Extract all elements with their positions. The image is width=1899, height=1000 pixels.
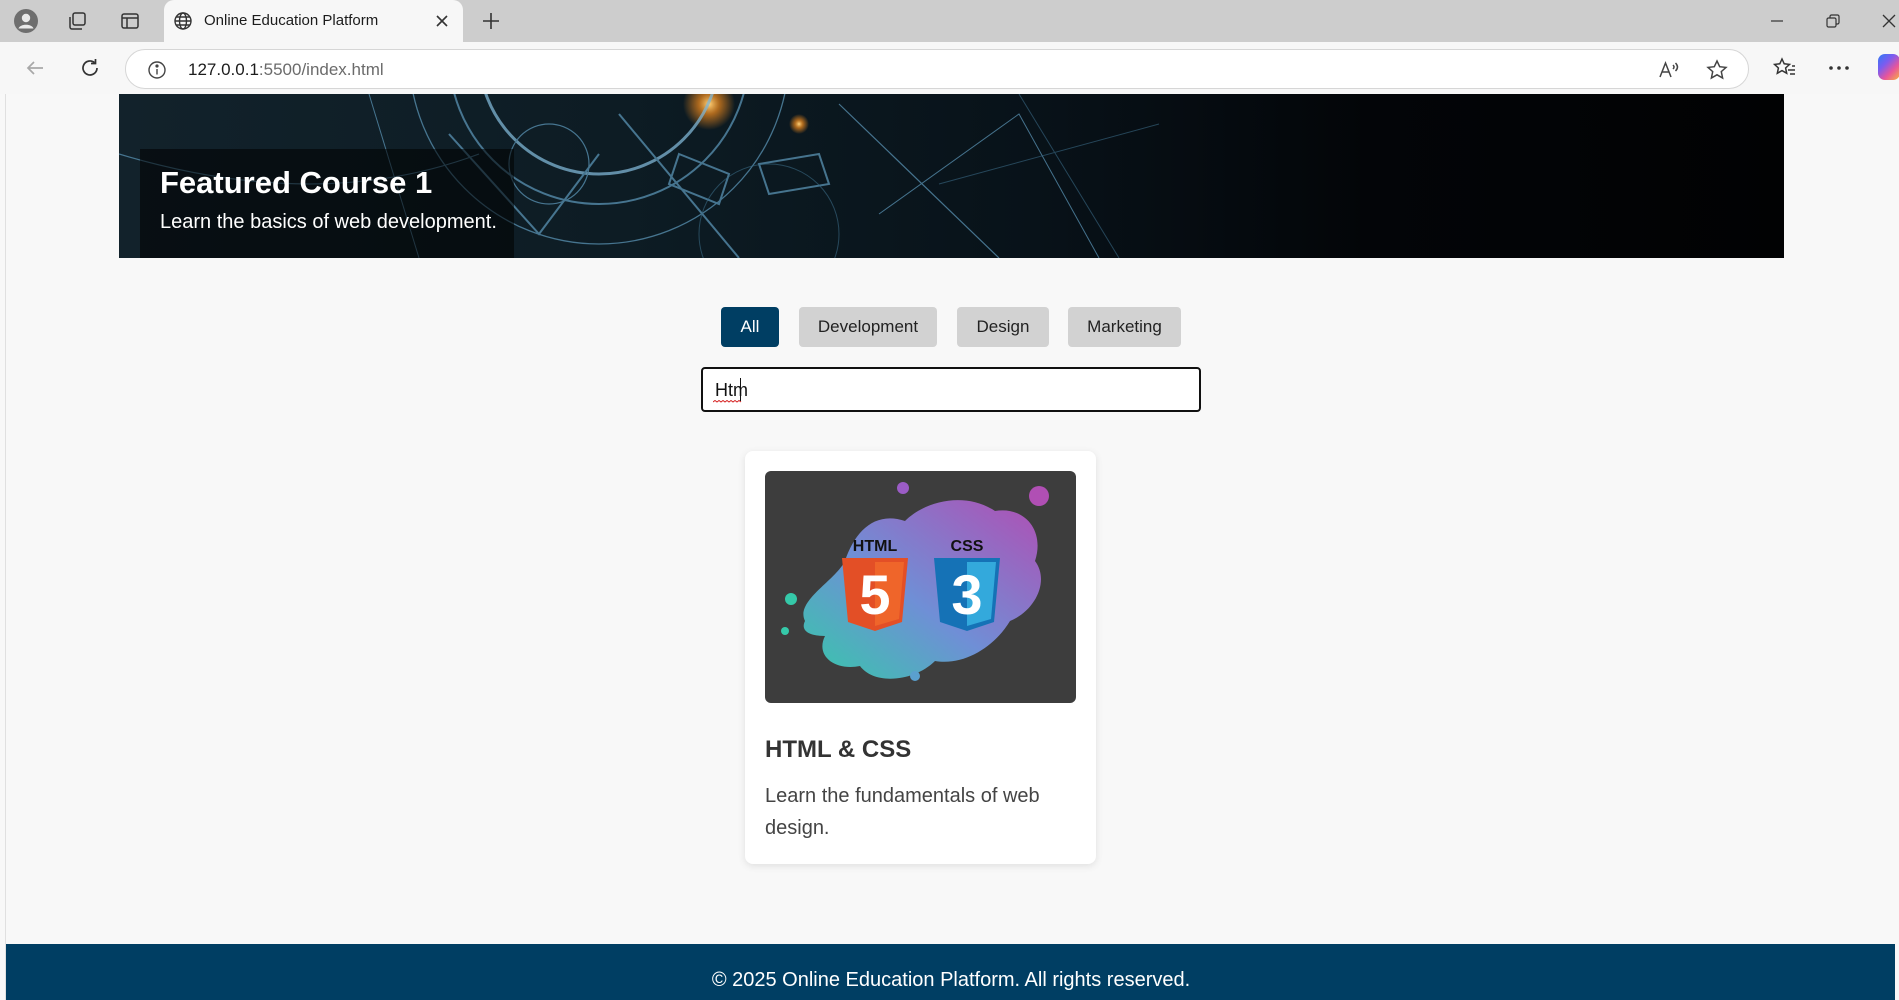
read-aloud-icon[interactable] <box>1656 58 1682 82</box>
html5-number: 5 <box>859 563 890 626</box>
course-image: HTML 5 CSS 3 <box>765 471 1076 703</box>
site-info-icon[interactable] <box>146 59 168 81</box>
new-tab-icon[interactable] <box>478 8 504 34</box>
banner-caption: Featured Course 1 Learn the basics of we… <box>140 149 514 258</box>
favorite-star-icon[interactable] <box>1704 58 1730 82</box>
course-title: HTML & CSS <box>765 736 912 763</box>
url-host: 127.0.0.1 <box>188 60 259 79</box>
course-card[interactable]: HTML 5 CSS 3 HTML & CSS Learn the fundam… <box>745 451 1096 864</box>
filter-marketing-button[interactable]: Marketing <box>1068 307 1181 347</box>
favorites-icon[interactable] <box>1771 54 1799 82</box>
css-logo-label: CSS <box>951 538 984 555</box>
featured-course-banner[interactable]: Featured Course 1 Learn the basics of we… <box>119 94 1784 258</box>
search-input-value: Htm <box>715 380 748 400</box>
back-icon[interactable] <box>21 54 49 82</box>
url-path: :5500/index.html <box>258 60 384 79</box>
copilot-icon[interactable] <box>1878 54 1899 80</box>
banner-subtitle: Learn the basics of web development. <box>160 211 497 233</box>
profile-icon[interactable] <box>13 8 39 34</box>
filter-development-button[interactable]: Development <box>799 307 937 347</box>
url-text[interactable]: 127.0.0.1:5500/index.html <box>188 60 384 80</box>
page-viewport: Featured Course 1 Learn the basics of we… <box>5 94 1895 1000</box>
active-tab[interactable]: Online Education Platform <box>164 0 463 42</box>
filter-design-button[interactable]: Design <box>957 307 1049 347</box>
vertical-tabs-icon[interactable] <box>117 8 143 34</box>
css3-number: 3 <box>951 563 982 626</box>
category-filters: All Development Design Marketing <box>6 307 1895 347</box>
banner-title: Featured Course 1 <box>160 165 433 200</box>
html-logo-label: HTML <box>853 538 898 555</box>
filter-all-button[interactable]: All <box>721 307 779 347</box>
minimize-icon[interactable] <box>1760 6 1794 36</box>
reload-icon[interactable] <box>76 54 104 82</box>
spellcheck-underline <box>713 400 742 403</box>
restore-icon[interactable] <box>1816 6 1850 36</box>
globe-icon <box>170 8 196 34</box>
course-description: Learn the fundamentals of web design. <box>765 785 1040 839</box>
course-search-input[interactable]: Htm <box>701 367 1201 412</box>
tab-title: Online Education Platform <box>204 12 379 29</box>
page-footer: © 2025 Online Education Platform. All ri… <box>6 944 1895 1000</box>
close-window-icon[interactable] <box>1872 6 1899 36</box>
browser-tab-bar: Online Education Platform <box>0 0 1899 42</box>
text-caret <box>740 378 741 401</box>
close-tab-icon[interactable] <box>431 10 453 32</box>
address-bar[interactable]: 127.0.0.1:5500/index.html <box>125 49 1749 89</box>
footer-copyright: © 2025 Online Education Platform. All ri… <box>711 969 1191 991</box>
address-bar-row: 127.0.0.1:5500/index.html <box>0 42 1899 94</box>
workspaces-icon[interactable] <box>64 8 90 34</box>
more-options-icon[interactable] <box>1825 54 1853 82</box>
html-css-logo-art: HTML 5 CSS 3 <box>781 482 1049 681</box>
